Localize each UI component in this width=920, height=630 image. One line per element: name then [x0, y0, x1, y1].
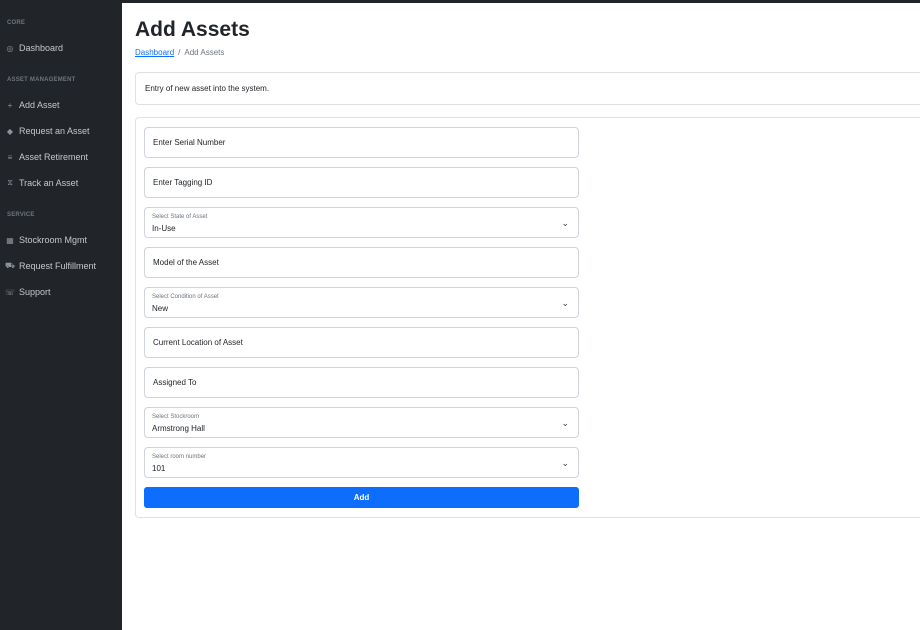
condition-of-asset-select[interactable]: Select Condition of Asset New ⌄	[144, 287, 579, 318]
chevron-down-icon: ⌄	[561, 218, 569, 228]
breadcrumb-separator: /	[178, 48, 181, 57]
serial-number-input[interactable]: Enter Serial Number	[144, 127, 579, 158]
sidebar-item-asset-retirement[interactable]: ≡ Asset Retirement	[6, 149, 88, 165]
location-placeholder: Current Location of Asset	[153, 338, 243, 347]
room-select-value: 101	[152, 464, 166, 473]
sidebar-item-support[interactable]: ☏ Support	[5, 284, 51, 300]
sidebar: CORE ◎ Dashboard ASSET MANAGEMENT + Add …	[0, 3, 122, 630]
plus-icon: +	[7, 100, 13, 110]
sidebar-item-label: Support	[19, 287, 51, 297]
assigned-to-placeholder: Assigned To	[153, 378, 197, 387]
state-of-asset-select[interactable]: Select State of Asset In-Use ⌄	[144, 207, 579, 238]
assigned-to-input[interactable]: Assigned To	[144, 367, 579, 398]
breadcrumb: Dashboard / Add Assets	[135, 48, 224, 57]
list-icon: ≡	[7, 152, 13, 162]
sidebar-item-dashboard[interactable]: ◎ Dashboard	[6, 40, 64, 56]
tagging-id-input[interactable]: Enter Tagging ID	[144, 167, 579, 198]
sidebar-heading-service: SERVICE	[7, 212, 35, 218]
state-select-value: In-Use	[152, 224, 176, 233]
model-placeholder: Model of the Asset	[153, 258, 219, 267]
sidebar-item-label: Request an Asset	[19, 126, 90, 136]
top-border	[0, 0, 920, 3]
chevron-down-icon: ⌄	[561, 298, 569, 308]
sidebar-item-label: Track an Asset	[19, 178, 79, 188]
tag-icon: ◆	[6, 126, 14, 136]
sidebar-item-label: Asset Retirement	[19, 152, 89, 162]
condition-select-value: New	[152, 304, 169, 313]
sidebar-heading-core: CORE	[7, 20, 26, 26]
cart-icon: ⛟	[4, 261, 16, 270]
page-title: Add Assets	[135, 18, 250, 41]
sidebar-item-label: Request Fulfillment	[19, 261, 97, 271]
breadcrumb-dashboard-link[interactable]: Dashboard	[135, 48, 174, 57]
sidebar-item-add-asset[interactable]: + Add Asset	[6, 97, 60, 113]
description-card: Entry of new asset into the system.	[135, 72, 920, 105]
hourglass-icon: ⧖	[7, 178, 13, 187]
stockroom-select-value: Armstrong Hall	[152, 424, 205, 433]
sidebar-item-request-asset[interactable]: ◆ Request an Asset	[6, 123, 90, 139]
stockroom-select-label: Select Stockroom	[152, 414, 200, 420]
grid-icon: ▦	[6, 235, 14, 245]
description-text: Entry of new asset into the system.	[145, 84, 270, 93]
sidebar-item-stockroom-mgmt[interactable]: ▦ Stockroom Mgmt	[6, 232, 87, 248]
condition-select-label: Select Condition of Asset	[152, 294, 219, 300]
sidebar-item-label: Add Asset	[19, 100, 60, 110]
sidebar-item-request-fulfillment[interactable]: ⛟ Request Fulfillment	[4, 258, 97, 274]
room-number-select[interactable]: Select room number 101 ⌄	[144, 447, 579, 478]
sidebar-item-label: Dashboard	[19, 43, 64, 53]
support-icon: ☏	[5, 287, 16, 297]
add-button[interactable]: Add	[144, 487, 579, 508]
sidebar-heading-asset-management: ASSET MANAGEMENT	[7, 77, 76, 83]
chevron-down-icon: ⌄	[561, 458, 569, 468]
state-select-label: Select State of Asset	[152, 214, 208, 220]
model-input[interactable]: Model of the Asset	[144, 247, 579, 278]
tagging-id-placeholder: Enter Tagging ID	[153, 178, 213, 187]
dashboard-icon: ◎	[6, 43, 14, 53]
location-input[interactable]: Current Location of Asset	[144, 327, 579, 358]
breadcrumb-current: Add Assets	[184, 48, 225, 57]
room-select-label: Select room number	[152, 454, 207, 460]
sidebar-item-track-asset[interactable]: ⧖ Track an Asset	[6, 175, 78, 191]
stockroom-select[interactable]: Select Stockroom Armstrong Hall ⌄	[144, 407, 579, 438]
chevron-down-icon: ⌄	[561, 418, 569, 428]
sidebar-item-label: Stockroom Mgmt	[19, 235, 88, 245]
serial-number-placeholder: Enter Serial Number	[153, 138, 226, 147]
